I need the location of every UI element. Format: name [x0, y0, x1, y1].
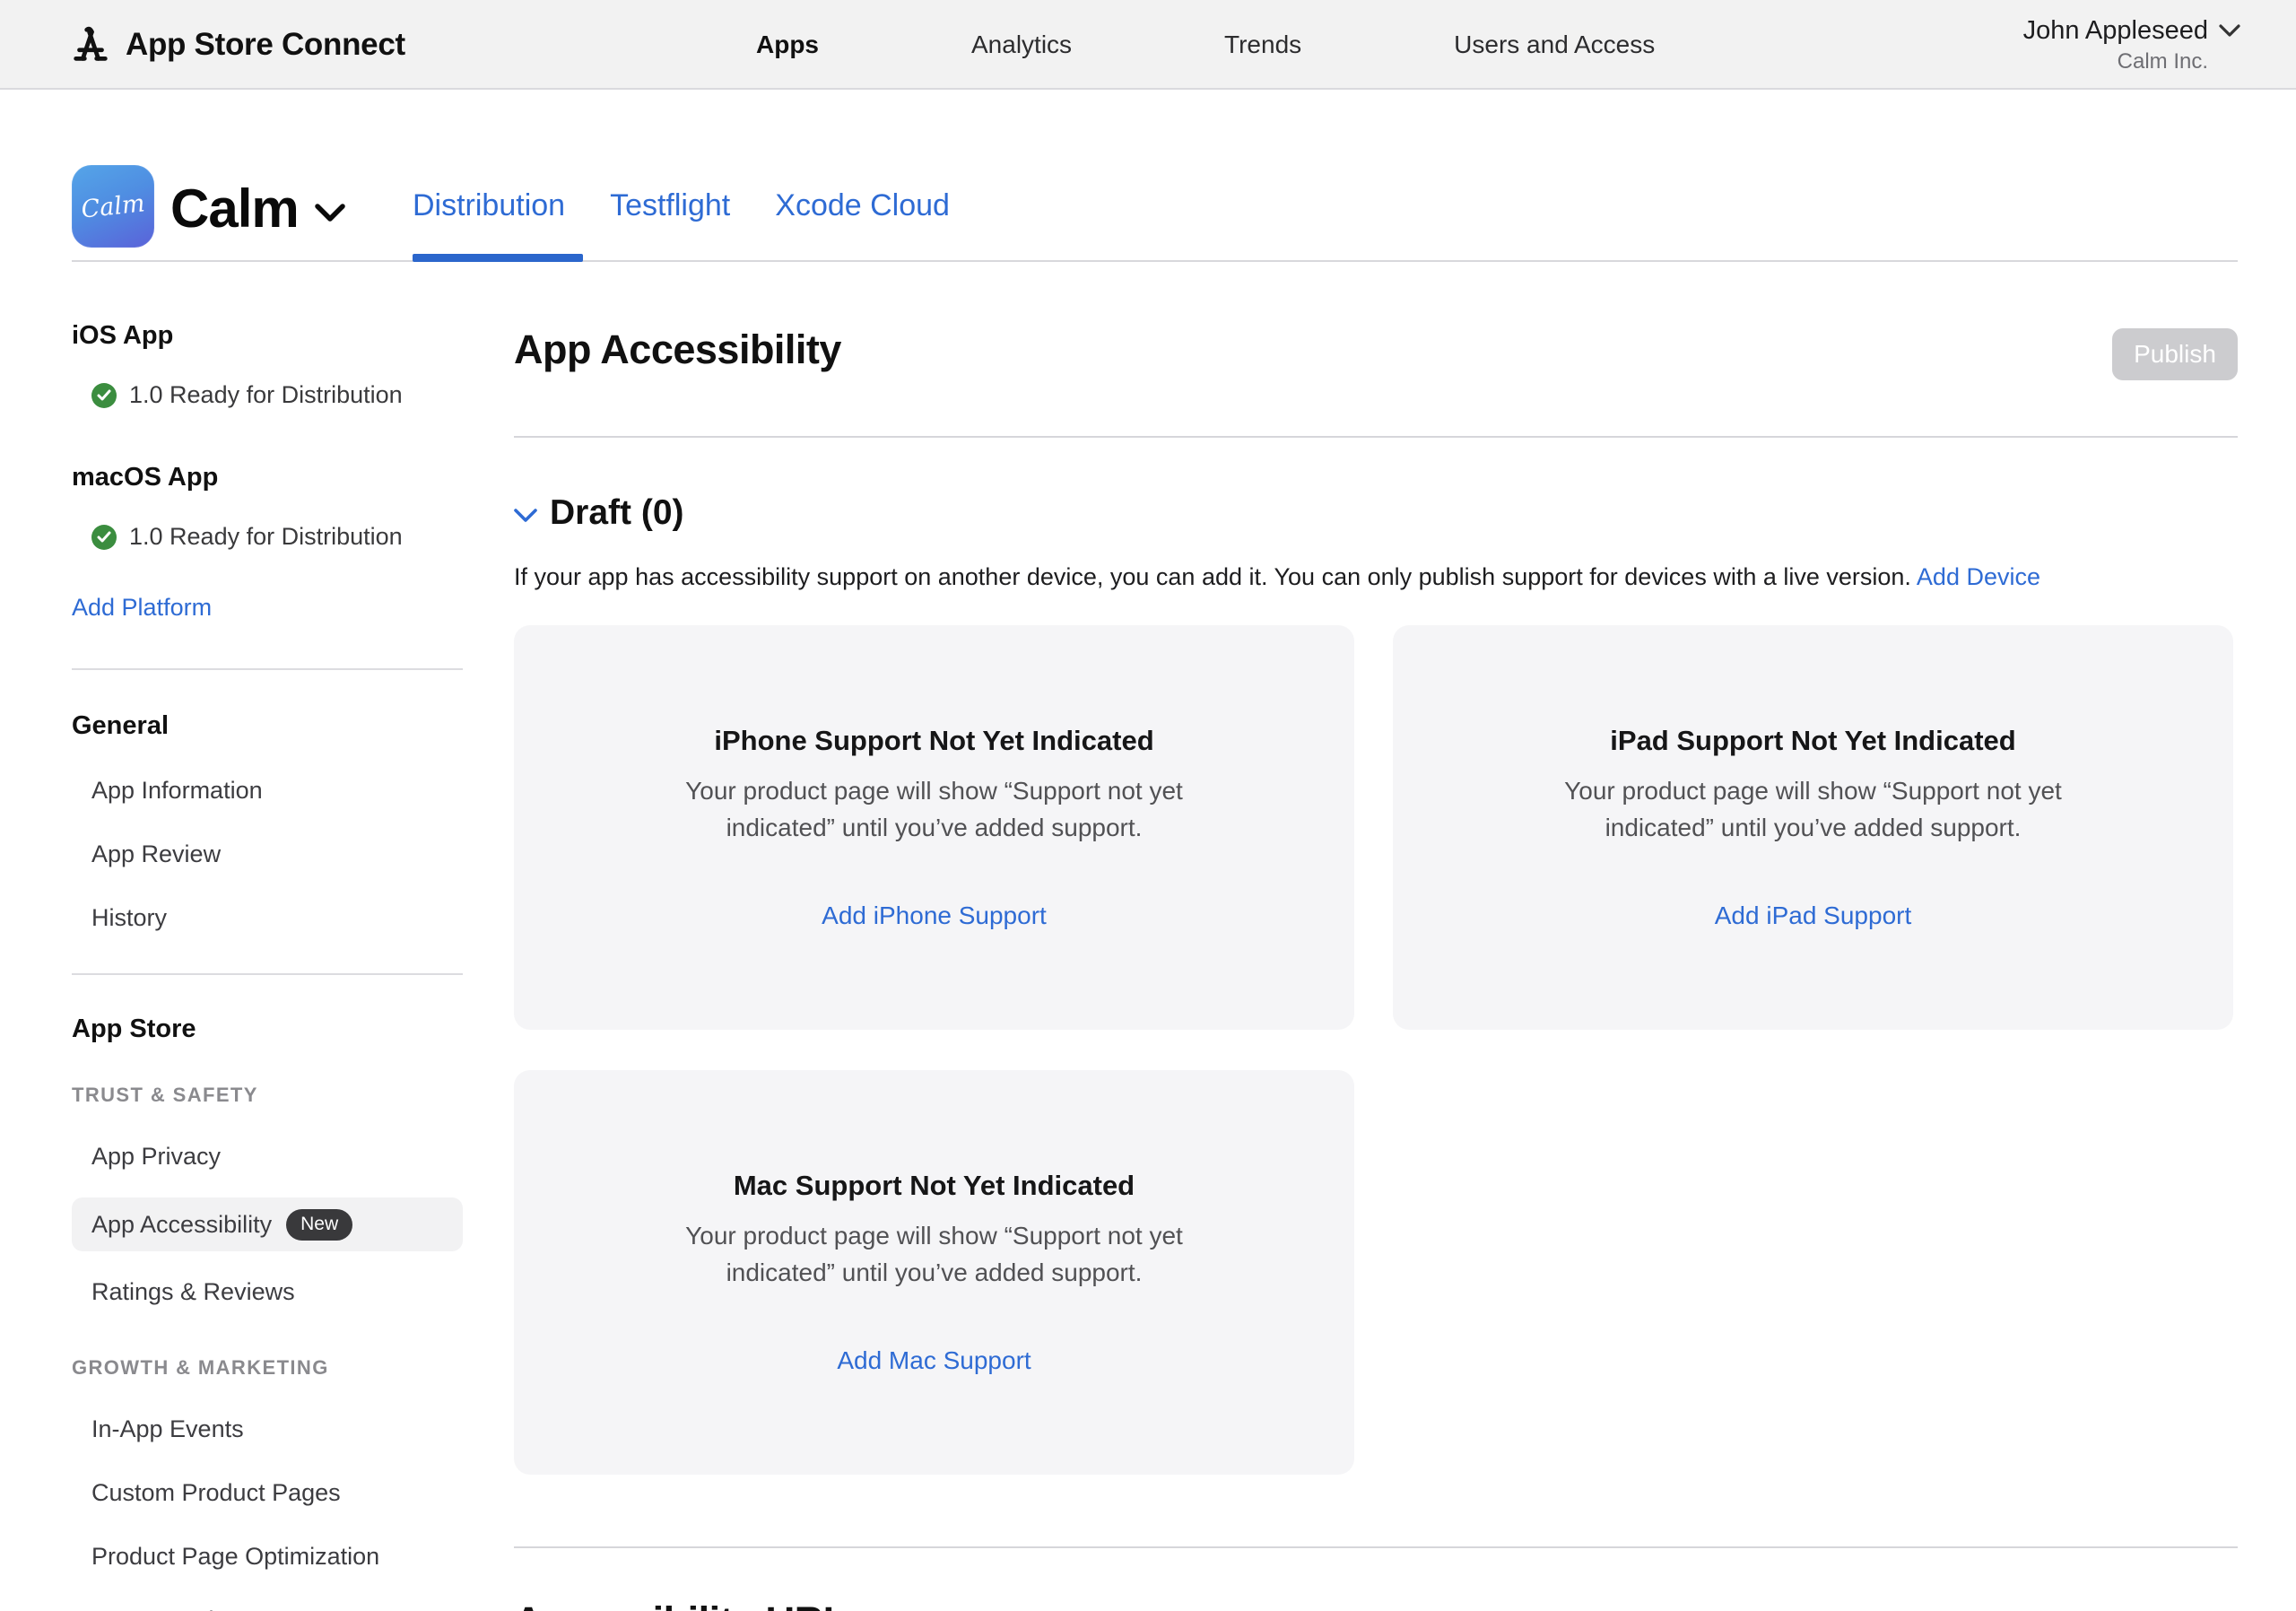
tab-distribution[interactable]: Distribution [413, 188, 565, 223]
user-name: John Appleseed [2023, 16, 2208, 46]
draft-description: If your app has accessibility support on… [514, 563, 2238, 591]
active-tab-underline [413, 254, 583, 262]
sidebar-heading-app-store: App Store [72, 1014, 463, 1044]
app-store-connect-logo-icon [70, 24, 111, 65]
chevron-down-icon [2219, 24, 2240, 37]
card-body: Your product page will show “Support not… [657, 1218, 1213, 1291]
nav-item-analytics[interactable]: Analytics [971, 30, 1072, 59]
tab-xcode-cloud[interactable]: Xcode Cloud [775, 188, 950, 223]
sidebar-divider [72, 973, 463, 975]
app-title-row: Calm [170, 167, 345, 249]
sidebar-item-app-accessibility[interactable]: App Accessibility New [72, 1197, 463, 1251]
header-divider [72, 260, 2238, 262]
nav-item-users-and-access[interactable]: Users and Access [1454, 30, 1655, 59]
sidebar-divider [72, 668, 463, 670]
ipad-support-card: iPad Support Not Yet Indicated Your prod… [1393, 625, 2233, 1030]
app-title: Calm [170, 178, 299, 239]
sidebar-item-app-accessibility-label: App Accessibility [91, 1211, 272, 1239]
user-menu[interactable]: John Appleseed Calm Inc. [2023, 0, 2240, 90]
mac-support-card: Mac Support Not Yet Indicated Your produ… [514, 1070, 1354, 1475]
brand[interactable]: App Store Connect [70, 0, 405, 90]
user-organization: Calm Inc. [2118, 49, 2208, 74]
add-ipad-support-link[interactable]: Add iPad Support [1715, 901, 1912, 930]
sidebar-item-history[interactable]: History [91, 904, 463, 932]
add-mac-support-link[interactable]: Add Mac Support [837, 1346, 1031, 1375]
sidebar-heading-ios-app: iOS App [72, 321, 463, 351]
card-body: Your product page will show “Support not… [657, 773, 1213, 846]
card-title: Mac Support Not Yet Indicated [734, 1170, 1135, 1202]
green-check-icon [91, 383, 117, 408]
nav-item-apps[interactable]: Apps [756, 30, 819, 59]
top-navigation-bar: App Store Connect Apps Analytics Trends … [0, 0, 2296, 90]
ios-version-status[interactable]: 1.0 Ready for Distribution [91, 381, 463, 409]
page-title: App Accessibility [514, 327, 841, 372]
tab-testflight[interactable]: Testflight [610, 188, 730, 223]
app-header-tabs: Distribution Testflight Xcode Cloud [413, 188, 950, 223]
sidebar-item-promo-codes[interactable]: Promo Codes [91, 1607, 463, 1611]
sidebar-item-app-information[interactable]: App Information [91, 777, 463, 805]
main-content: App Accessibility Publish Draft (0) If y… [514, 323, 2238, 1611]
sidebar-item-app-privacy[interactable]: App Privacy [91, 1143, 463, 1171]
card-title: iPhone Support Not Yet Indicated [714, 725, 1153, 757]
draft-section-title[interactable]: Draft (0) [550, 493, 684, 533]
sidebar-item-in-app-events[interactable]: In-App Events [91, 1415, 463, 1443]
sidebar-item-product-page-optimization[interactable]: Product Page Optimization [91, 1543, 463, 1571]
svg-text:Calm: Calm [81, 189, 145, 223]
draft-collapse-chevron-icon[interactable] [514, 509, 537, 523]
app-store-connect-page: App Store Connect Apps Analytics Trends … [0, 0, 2296, 1611]
brand-title: App Store Connect [126, 27, 405, 63]
section-divider [514, 436, 2238, 438]
sidebar-item-custom-product-pages[interactable]: Custom Product Pages [91, 1479, 463, 1507]
sidebar-item-ratings-reviews[interactable]: Ratings & Reviews [91, 1278, 463, 1306]
sidebar-heading-macos-app: macOS App [72, 463, 463, 492]
draft-description-text: If your app has accessibility support on… [514, 563, 1911, 590]
ios-status-text: 1.0 Ready for Distribution [129, 381, 403, 409]
card-body: Your product page will show “Support not… [1535, 773, 2092, 846]
sidebar-item-app-review[interactable]: App Review [91, 840, 463, 868]
calm-app-icon: Calm [72, 165, 154, 248]
macos-version-status[interactable]: 1.0 Ready for Distribution [91, 523, 463, 551]
add-iphone-support-link[interactable]: Add iPhone Support [822, 901, 1047, 930]
app-switcher-chevron-down-icon[interactable] [315, 204, 345, 222]
accessibility-url-heading: Accessibility URL [514, 1598, 2238, 1611]
topnav-links: Apps Analytics Trends Users and Access [756, 0, 1655, 90]
sidebar: iOS App 1.0 Ready for Distribution macOS… [72, 305, 463, 1611]
new-badge: New [286, 1209, 352, 1241]
section-divider [514, 1546, 2238, 1548]
iphone-support-card: iPhone Support Not Yet Indicated Your pr… [514, 625, 1354, 1030]
nav-item-trends[interactable]: Trends [1224, 30, 1301, 59]
sidebar-heading-general: General [72, 711, 463, 741]
card-title: iPad Support Not Yet Indicated [1610, 725, 2015, 757]
sidebar-group-trust-safety: TRUST & SAFETY [72, 1084, 463, 1107]
green-check-icon [91, 525, 117, 550]
add-device-link[interactable]: Add Device [1917, 563, 2040, 590]
sidebar-group-growth-marketing: GROWTH & MARKETING [72, 1356, 463, 1380]
calm-app-icon-script: Calm [81, 187, 145, 226]
macos-status-text: 1.0 Ready for Distribution [129, 523, 403, 551]
publish-button[interactable]: Publish [2112, 328, 2238, 380]
support-cards: iPhone Support Not Yet Indicated Your pr… [514, 625, 2238, 1475]
add-platform-link[interactable]: Add Platform [72, 594, 212, 622]
